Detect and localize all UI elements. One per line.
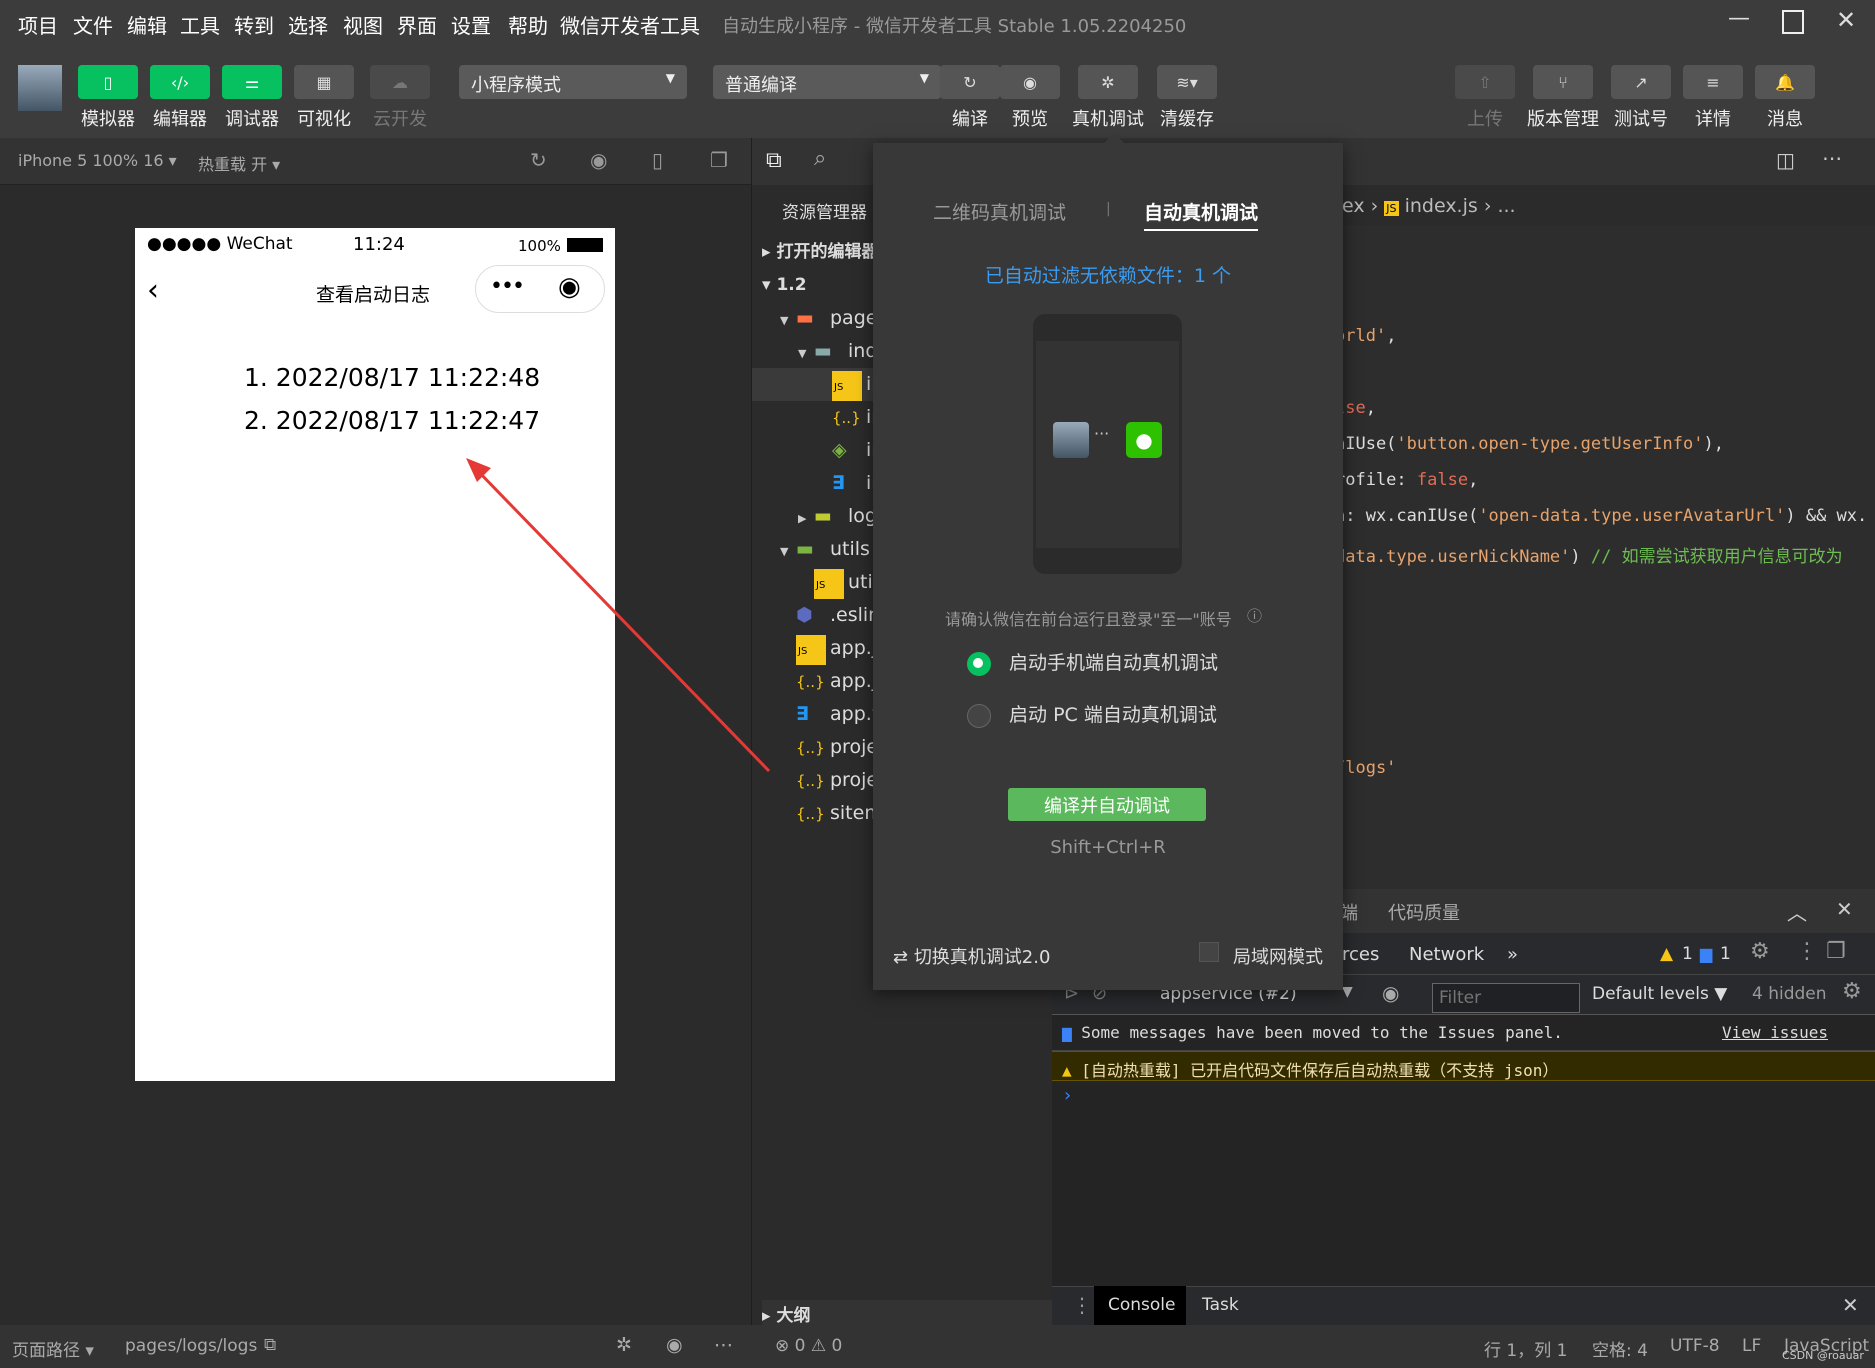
encoding[interactable]: UTF-8: [1670, 1336, 1720, 1356]
bug-icon[interactable]: ✲: [616, 1334, 632, 1356]
indentation[interactable]: 空格: 4: [1592, 1336, 1648, 1361]
errors: 0: [794, 1336, 806, 1356]
line-ending[interactable]: LF: [1742, 1336, 1761, 1356]
more-icon[interactable]: ⋯: [714, 1334, 733, 1356]
warnings: 0: [831, 1336, 843, 1356]
page-path-select[interactable]: 页面路径 ▾: [12, 1336, 94, 1361]
page-path: pages/logs/logs: [125, 1336, 258, 1356]
copy-icon[interactable]: ⧉: [264, 1335, 276, 1355]
watermark: CSDN @roauar: [1782, 1349, 1864, 1362]
annotation-arrow: [466, 458, 771, 773]
cursor-position[interactable]: 行 1，列 1: [1484, 1336, 1567, 1361]
eye-icon[interactable]: ◉: [666, 1334, 683, 1356]
error-count[interactable]: ⊗ 0 ⚠ 0: [775, 1336, 842, 1356]
status-bar: 页面路径 ▾ pages/logs/logs ⧉ ✲ ◉ ⋯ ⊗ 0 ⚠ 0 行…: [0, 1325, 1875, 1368]
